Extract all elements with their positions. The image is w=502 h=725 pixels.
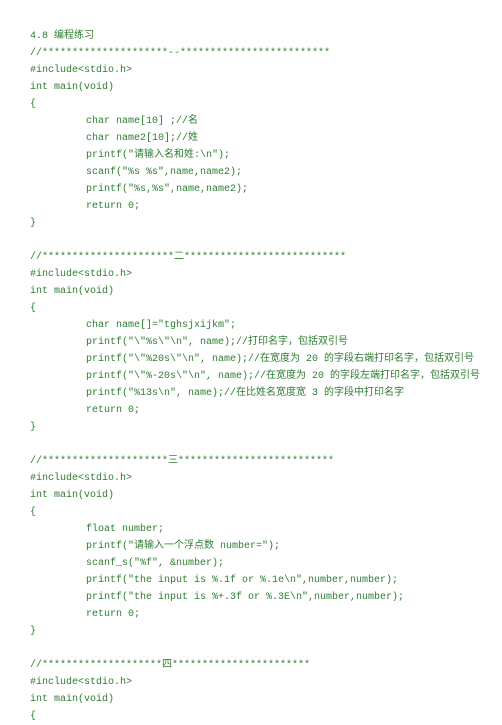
code-line: 4.8 编程练习 (30, 28, 472, 45)
code-line: printf("%s,%s",name,name2); (30, 181, 472, 198)
code-line: { (30, 708, 472, 725)
code-line: int main(void) (30, 691, 472, 708)
code-line: scanf("%s %s",name,name2); (30, 164, 472, 181)
code-line: char name[]="tghsjxijkm"; (30, 317, 472, 334)
code-line: //*********************--***************… (30, 45, 472, 62)
blank-line (30, 232, 472, 249)
code-line: int main(void) (30, 79, 472, 96)
code-line: //**********************二***************… (30, 249, 472, 266)
code-line: printf("the input is %+.3f or %.3E\n",nu… (30, 589, 472, 606)
code-line: #include<stdio.h> (30, 62, 472, 79)
code-line: { (30, 96, 472, 113)
code-line: int main(void) (30, 487, 472, 504)
code-line: int main(void) (30, 283, 472, 300)
code-line: printf("请输入一个浮点数 number="); (30, 538, 472, 555)
code-line: { (30, 300, 472, 317)
code-line: scanf_s("%f", &number); (30, 555, 472, 572)
code-line: return 0; (30, 198, 472, 215)
code-line: //********************四*****************… (30, 657, 472, 674)
code-line: } (30, 215, 472, 232)
code-line: return 0; (30, 402, 472, 419)
code-line: return 0; (30, 606, 472, 623)
code-line: } (30, 419, 472, 436)
code-line: #include<stdio.h> (30, 470, 472, 487)
code-line: { (30, 504, 472, 521)
code-line: #include<stdio.h> (30, 674, 472, 691)
code-line: //*********************三****************… (30, 453, 472, 470)
code-line: printf("the input is %.1f or %.1e\n",num… (30, 572, 472, 589)
code-line: float number; (30, 521, 472, 538)
code-line: printf("\"%20s\"\n", name);//在宽度为 20 的字段… (30, 351, 472, 368)
code-line: printf("\"%s\"\n", name);//打印名字，包括双引号 (30, 334, 472, 351)
code-line: char name[10] ;//名 (30, 113, 472, 130)
code-line: printf("\"%-20s\"\n", name);//在宽度为 20 的字… (30, 368, 472, 385)
code-line: printf("请输入名和姓:\n"); (30, 147, 472, 164)
blank-line (30, 436, 472, 453)
code-line: char name2[10];//姓 (30, 130, 472, 147)
code-line: printf("%13s\n", name);//在比姓名宽度宽 3 的字段中打… (30, 385, 472, 402)
code-document: 4.8 编程练习//*********************--*******… (30, 28, 472, 725)
code-line: #include<stdio.h> (30, 266, 472, 283)
code-line: } (30, 623, 472, 640)
